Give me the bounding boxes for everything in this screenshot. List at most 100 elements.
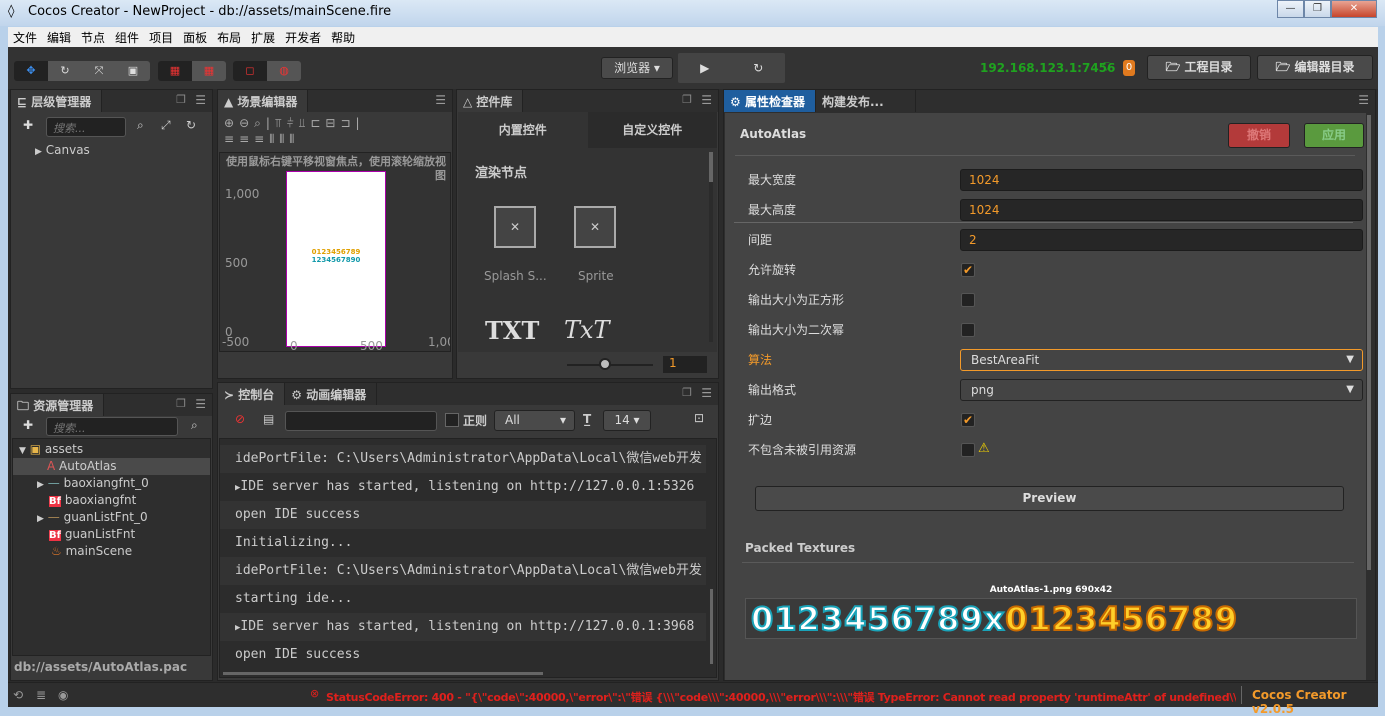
rotate-tool-icon[interactable]: ↻ — [48, 61, 82, 81]
maximize-button[interactable]: ❐ — [1304, 0, 1331, 18]
console-filter-input[interactable] — [285, 411, 437, 431]
maximize-icon[interactable]: ❐ — [176, 397, 186, 410]
global-icon[interactable]: ◍ — [267, 61, 301, 81]
asset-item[interactable]: Bf guanListFnt — [13, 526, 210, 543]
tab-builtin-widgets[interactable]: 内置控件 — [458, 112, 588, 148]
menu-component[interactable]: 组件 — [110, 27, 144, 47]
distribute-hcenter-icon[interactable]: ⫴ — [279, 132, 289, 146]
tab-build[interactable]: 构建发布... — [815, 90, 916, 112]
distribute-bottom-icon[interactable]: ≡ — [254, 132, 269, 146]
allow-rotation-checkbox[interactable]: ✔ — [961, 263, 975, 277]
center-icon[interactable]: ▦ — [192, 61, 226, 81]
format-select[interactable]: png ▼ — [960, 379, 1363, 401]
menu-icon[interactable]: ☰ — [701, 93, 712, 107]
maximize-icon[interactable]: ❐ — [682, 386, 692, 399]
menu-help[interactable]: 帮助 — [326, 27, 360, 47]
tab-animation[interactable]: ⚙ 动画编辑器 — [285, 383, 378, 405]
search-icon[interactable]: ⌕ — [137, 118, 144, 133]
maximize-icon[interactable]: ❐ — [176, 93, 186, 106]
tab-assets[interactable]: 🗀 资源管理器 — [11, 394, 105, 416]
max-width-input[interactable]: 1024 — [960, 169, 1363, 191]
close-button[interactable]: ✕ — [1331, 0, 1377, 18]
scene-viewport[interactable]: 0123456789 1234567890 使用鼠标右键平移视窗焦点，使用滚轮缩… — [219, 152, 451, 352]
search-icon[interactable]: ⌕ — [191, 418, 198, 433]
scale-tool-icon[interactable]: ⤧ — [82, 61, 116, 81]
tree-node-canvas[interactable]: ▶ Canvas — [35, 142, 212, 159]
maximize-icon[interactable]: ❐ — [682, 93, 692, 106]
menu-edit[interactable]: 编辑 — [42, 27, 76, 47]
menu-icon[interactable]: ☰ — [195, 93, 206, 107]
zoom-in-icon[interactable]: ⊕ — [224, 116, 239, 130]
menu-node[interactable]: 节点 — [76, 27, 110, 47]
apply-button[interactable]: 应用 — [1304, 123, 1364, 148]
asset-item[interactable]: ▶ — baoxiangfnt_0 — [13, 475, 210, 492]
refresh-icon[interactable]: ↻ — [186, 118, 196, 132]
rich-text-widget[interactable]: TxT — [564, 316, 610, 344]
assets-search-input[interactable]: 搜索... — [46, 417, 178, 436]
vertical-scrollbar[interactable] — [710, 589, 713, 664]
menu-panel[interactable]: 面板 — [178, 27, 212, 47]
asset-item[interactable]: Bf baoxiangfnt — [13, 492, 210, 509]
menu-layout[interactable]: 布局 — [212, 27, 246, 47]
play-icon[interactable]: ▶ — [678, 53, 732, 83]
horizontal-scrollbar[interactable] — [223, 672, 543, 675]
tab-console[interactable]: ≻ 控制台 — [218, 383, 286, 405]
tab-custom-widgets[interactable]: 自定义控件 — [587, 112, 717, 148]
tab-hierarchy[interactable]: ⊑ 层级管理器 — [11, 90, 103, 112]
tab-scene[interactable]: ▲ 场景编辑器 — [218, 90, 309, 112]
menu-extension[interactable]: 扩展 — [246, 27, 280, 47]
expand-icon[interactable]: ⤢ — [161, 118, 171, 133]
zoom-value-input[interactable]: 1 — [663, 356, 707, 373]
menu-icon[interactable]: ☰ — [435, 93, 446, 107]
regex-checkbox[interactable] — [445, 413, 459, 427]
collapse-icon[interactable]: ⊡ — [694, 411, 704, 425]
menu-file[interactable]: 文件 — [8, 27, 42, 47]
menu-icon[interactable]: ☰ — [195, 397, 206, 411]
log-level-select[interactable]: All ▾ — [494, 410, 575, 431]
zoom-out-icon[interactable]: ⊖ — [239, 116, 254, 130]
distribute-vcenter-icon[interactable]: ≡ — [239, 132, 254, 146]
tab-widgets[interactable]: △ 控件库 — [457, 90, 524, 112]
rect-tool-icon[interactable]: ▣ — [116, 61, 150, 81]
asset-item[interactable]: ▶ — guanListFnt_0 — [13, 509, 210, 526]
clear-icon[interactable]: ⊘ — [235, 412, 245, 426]
asset-item[interactable]: ♨ mainScene — [13, 543, 210, 560]
visibility-icon[interactable]: ◉ — [58, 688, 68, 702]
distribute-top-icon[interactable]: ≡ — [224, 132, 239, 146]
log-file-icon[interactable]: ▤ — [263, 412, 274, 426]
align-bottom-icon[interactable]: ⫫ — [299, 116, 311, 130]
asset-item[interactable]: A AutoAtlas — [13, 458, 210, 475]
move-tool-icon[interactable]: ✥ — [14, 61, 48, 81]
menu-icon[interactable]: ☰ — [701, 386, 712, 400]
inspector-scrollbar[interactable] — [1367, 115, 1371, 570]
distribute-right-icon[interactable]: ⫴ — [289, 132, 299, 146]
align-hcenter-icon[interactable]: ⊟ — [325, 116, 340, 130]
menu-icon[interactable]: ☰ — [1358, 93, 1369, 107]
slider-handle[interactable] — [599, 358, 611, 370]
bleed-checkbox[interactable]: ✔ — [961, 413, 975, 427]
platform-select[interactable]: 浏览器 ▾ — [601, 57, 673, 79]
project-dir-button[interactable]: 🗁 工程目录 — [1147, 55, 1251, 80]
zoom-reset-icon[interactable]: ⌕ — [254, 116, 266, 130]
align-right-icon[interactable]: ⊐ — [340, 116, 355, 130]
menu-developer[interactable]: 开发者 — [280, 27, 326, 47]
label-widget[interactable]: TXT — [485, 316, 539, 345]
refresh-icon[interactable]: ↻ — [732, 53, 786, 83]
sync-icon[interactable]: ⟲ — [13, 688, 23, 702]
max-height-input[interactable]: 1024 — [960, 199, 1363, 221]
power-of-two-checkbox[interactable] — [961, 323, 975, 337]
distribute-left-icon[interactable]: ⫴ — [269, 132, 279, 146]
algorithm-select[interactable]: BestAreaFit ▼ — [960, 349, 1363, 371]
status-error[interactable]: StatusCodeError: 400 - "{\"code\":40000,… — [326, 689, 1236, 705]
align-left-icon[interactable]: ⊏ — [310, 116, 325, 130]
asset-root-assets[interactable]: ▼ ▣ assets — [13, 441, 210, 458]
sprite-widget-icon[interactable]: ✕ — [574, 206, 616, 248]
preview-button[interactable]: Preview — [755, 486, 1344, 511]
padding-input[interactable]: 2 — [960, 229, 1363, 251]
align-vcenter-icon[interactable]: ⫩ — [287, 116, 299, 130]
add-icon[interactable]: ✚ — [23, 118, 33, 132]
warning-icon[interactable]: ⚠ — [978, 441, 990, 456]
font-size-select[interactable]: 14 ▾ — [603, 410, 651, 431]
force-squared-checkbox[interactable] — [961, 293, 975, 307]
editor-dir-button[interactable]: 🗁 编辑器目录 — [1257, 55, 1373, 80]
